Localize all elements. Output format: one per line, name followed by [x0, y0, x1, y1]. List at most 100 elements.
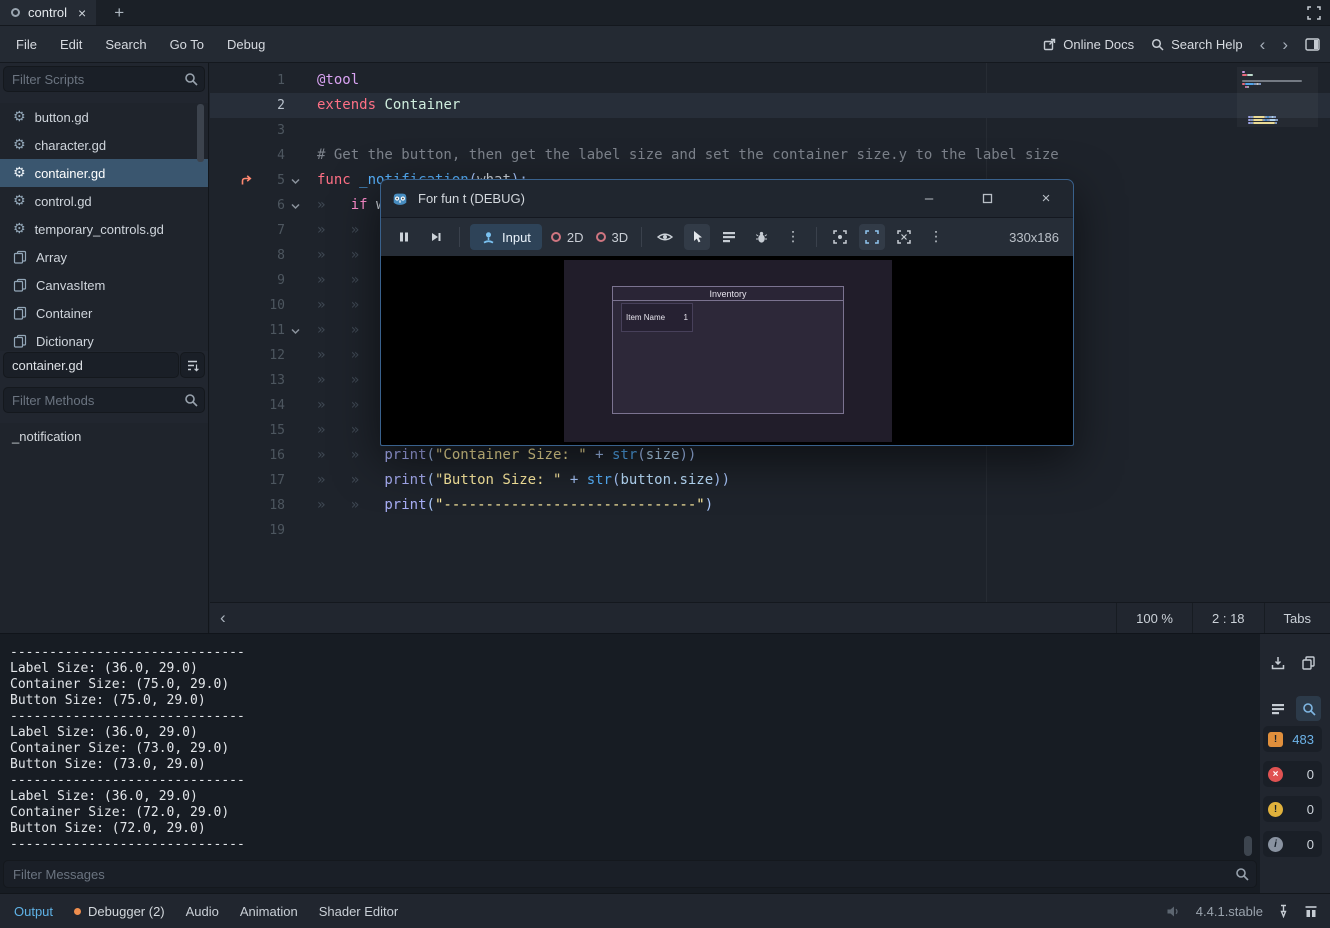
- line-number[interactable]: 15: [210, 418, 285, 443]
- save-log-icon[interactable]: [1265, 650, 1290, 675]
- line-number[interactable]: 2: [210, 93, 285, 118]
- line-number[interactable]: 18: [210, 493, 285, 518]
- select-cursor-icon[interactable]: [684, 224, 710, 250]
- menu-edit[interactable]: Edit: [58, 34, 84, 55]
- line-number[interactable]: 13: [210, 368, 285, 393]
- fold-icon[interactable]: [290, 176, 301, 187]
- tab-debugger[interactable]: Debugger (2): [74, 904, 165, 919]
- game-debug-window[interactable]: For fun t (DEBUG) – × Input 2D 3D ⋮ ⋮ 33: [380, 179, 1074, 446]
- code-line[interactable]: 3: [210, 118, 1330, 143]
- history-back-icon[interactable]: ‹: [1260, 36, 1266, 53]
- script-list-item[interactable]: Dictionary: [0, 327, 208, 351]
- close-window-icon[interactable]: ×: [1028, 180, 1064, 217]
- filter-messages-input[interactable]: [3, 860, 1257, 888]
- close-tab-icon[interactable]: ×: [78, 5, 86, 21]
- output-scrollbar[interactable]: [1244, 836, 1252, 856]
- online-docs-button[interactable]: Online Docs: [1043, 37, 1134, 52]
- fold-icon[interactable]: [290, 326, 301, 337]
- line-number[interactable]: 7: [210, 218, 285, 243]
- menu-file[interactable]: File: [14, 34, 39, 55]
- inventory-item-button[interactable]: Item Name 1: [621, 303, 693, 332]
- script-list-item[interactable]: ⚙temporary_controls.gd: [0, 215, 208, 243]
- indent-type[interactable]: Tabs: [1264, 603, 1330, 633]
- line-number[interactable]: 4: [210, 143, 285, 168]
- code-line[interactable]: 2extends Container: [210, 93, 1330, 118]
- volume-muted-icon[interactable]: [1166, 905, 1181, 918]
- maximize-window-icon[interactable]: [969, 180, 1005, 217]
- script-list-item[interactable]: ⚙character.gd: [0, 131, 208, 159]
- line-number[interactable]: 14: [210, 393, 285, 418]
- line-number[interactable]: 16: [210, 443, 285, 468]
- eye-icon[interactable]: [652, 224, 678, 250]
- keep-aspect-icon[interactable]: [859, 224, 885, 250]
- minimize-window-icon[interactable]: –: [911, 180, 947, 217]
- camera-2d-button[interactable]: 2D: [548, 224, 587, 250]
- fold-icon[interactable]: [290, 201, 301, 212]
- more-options-icon[interactable]: ⋮: [780, 224, 806, 250]
- search-help-button[interactable]: Search Help: [1151, 37, 1243, 52]
- code-line[interactable]: 18»»print("-----------------------------…: [210, 493, 1330, 518]
- code-line[interactable]: 19: [210, 518, 1330, 543]
- info-count-badge[interactable]: i 0: [1263, 831, 1322, 857]
- window-options-icon[interactable]: ⋮: [923, 224, 949, 250]
- code-minimap[interactable]: [1237, 67, 1318, 127]
- tab-control[interactable]: control ×: [0, 0, 96, 25]
- line-number[interactable]: 9: [210, 268, 285, 293]
- line-number[interactable]: 6: [210, 193, 285, 218]
- panel-layout-icon[interactable]: [1305, 38, 1320, 51]
- search-log-icon[interactable]: [1296, 696, 1321, 721]
- script-list-scrollbar[interactable]: [197, 104, 204, 162]
- fullscreen-icon[interactable]: [891, 224, 917, 250]
- tab-audio[interactable]: Audio: [186, 904, 219, 919]
- filter-methods-input[interactable]: [3, 387, 205, 413]
- tab-shader-editor[interactable]: Shader Editor: [319, 904, 399, 919]
- line-number[interactable]: 17: [210, 468, 285, 493]
- line-number[interactable]: 3: [210, 118, 285, 143]
- copy-log-icon[interactable]: [1296, 650, 1321, 675]
- script-list-item[interactable]: ⚙container.gd: [0, 159, 208, 187]
- tab-animation[interactable]: Animation: [240, 904, 298, 919]
- script-list-item[interactable]: Container: [0, 299, 208, 327]
- code-line[interactable]: 1@tool: [210, 68, 1330, 93]
- code-line[interactable]: 4# Get the button, then get the label si…: [210, 143, 1330, 168]
- menu-goto[interactable]: Go To: [168, 34, 206, 55]
- focus-game-icon[interactable]: [827, 224, 853, 250]
- script-list-item[interactable]: ⚙button.gd: [0, 103, 208, 131]
- line-number[interactable]: 12: [210, 343, 285, 368]
- collapse-sidebar-icon[interactable]: ‹: [220, 608, 226, 628]
- errors-count-badge[interactable]: × 0: [1263, 761, 1322, 787]
- line-number[interactable]: 1: [210, 68, 285, 93]
- camera-3d-button[interactable]: 3D: [593, 224, 632, 250]
- pause-game-icon[interactable]: [391, 224, 417, 250]
- line-number[interactable]: 19: [210, 518, 285, 543]
- tab-output[interactable]: Output: [14, 904, 53, 919]
- add-script-tab-button[interactable]: +: [114, 4, 124, 21]
- collapse-rows-icon[interactable]: [1265, 696, 1290, 721]
- sort-methods-icon[interactable]: [180, 352, 205, 378]
- messages-count-badge[interactable]: ! 483: [1263, 726, 1322, 752]
- script-path-input[interactable]: [3, 352, 179, 378]
- bug-icon[interactable]: [748, 224, 774, 250]
- warnings-count-badge[interactable]: ! 0: [1263, 796, 1322, 822]
- script-list-item[interactable]: Array: [0, 243, 208, 271]
- filter-scripts-input[interactable]: [3, 66, 205, 92]
- code-line[interactable]: 17»»print("Button Size: " + str(button.s…: [210, 468, 1330, 493]
- next-frame-icon[interactable]: [423, 224, 449, 250]
- game-window-titlebar[interactable]: For fun t (DEBUG) – ×: [381, 180, 1073, 218]
- script-list-item[interactable]: CanvasItem: [0, 271, 208, 299]
- code-line[interactable]: 16»»print("Container Size: " + str(size)…: [210, 443, 1330, 468]
- line-number[interactable]: 10: [210, 293, 285, 318]
- menu-search[interactable]: Search: [103, 34, 148, 55]
- history-forward-icon[interactable]: ›: [1282, 36, 1288, 53]
- line-number[interactable]: 11: [210, 318, 285, 343]
- game-viewport[interactable]: Inventory Item Name 1: [381, 256, 1073, 445]
- line-number[interactable]: 8: [210, 243, 285, 268]
- menu-debug[interactable]: Debug: [225, 34, 267, 55]
- script-list-item[interactable]: ⚙control.gd: [0, 187, 208, 215]
- method-item[interactable]: _notification: [0, 423, 208, 449]
- pin-bottom-panel-icon[interactable]: [1278, 904, 1289, 918]
- selection-list-icon[interactable]: [716, 224, 742, 250]
- zoom-level[interactable]: 100 %: [1116, 603, 1192, 633]
- expand-bottom-panel-icon[interactable]: [1304, 905, 1318, 918]
- float-panel-icon[interactable]: [1307, 6, 1321, 20]
